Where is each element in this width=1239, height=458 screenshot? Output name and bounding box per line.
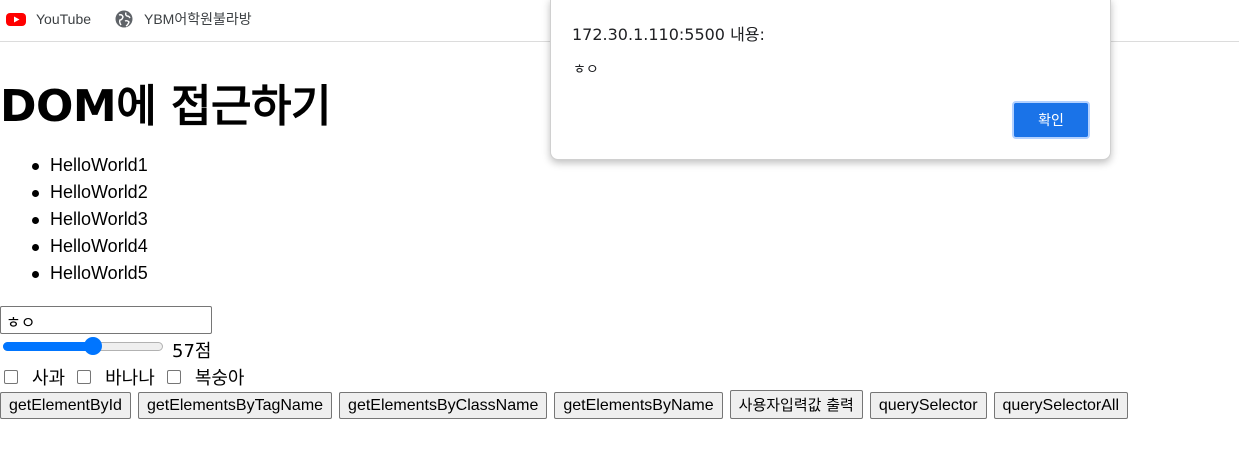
slider-thumb[interactable] <box>83 337 102 355</box>
query-selector-button[interactable]: querySelector <box>869 392 987 419</box>
checkbox-label: 사과 <box>32 368 66 389</box>
score-slider[interactable] <box>3 337 163 357</box>
dialog-message: ㅎㅇ <box>573 62 599 78</box>
page-title: DOM에 접근하기 <box>0 81 331 132</box>
dialog-title: 172.30.1.110:5500 내용: <box>572 25 765 44</box>
list-item: HelloWorld4 <box>32 233 148 260</box>
get-elements-by-class-name-button[interactable]: getElementsByClassName <box>339 392 548 419</box>
list-item: HelloWorld3 <box>32 206 148 233</box>
bookmark-label: YBM어학원불라방 <box>144 11 252 27</box>
checkbox-apple[interactable] <box>4 370 18 384</box>
checkbox-label: 복숭아 <box>194 368 245 389</box>
query-selector-all-button[interactable]: querySelectorAll <box>993 392 1129 419</box>
bookmark-label: YouTube <box>36 11 92 27</box>
checkbox-label: 바나나 <box>105 368 155 389</box>
youtube-icon <box>6 9 26 29</box>
get-elements-by-name-button[interactable]: getElementsByName <box>554 392 723 419</box>
ok-button[interactable]: 확인 <box>1012 101 1090 139</box>
get-element-by-id-button[interactable]: getElementById <box>0 392 131 419</box>
button-row: getElementById getElementsByTagName getE… <box>0 390 1135 419</box>
bookmark-youtube[interactable]: YouTube <box>6 9 91 29</box>
text-input[interactable]: ㅎㅇ <box>0 306 212 334</box>
hello-list: HelloWorld1 HelloWorld2 HelloWorld3 Hell… <box>0 152 148 287</box>
list-item: HelloWorld1 <box>32 152 148 179</box>
checkbox-banana[interactable] <box>77 370 92 384</box>
print-user-input-button[interactable]: 사용자입력값 출력 <box>729 390 863 419</box>
list-item: HelloWorld5 <box>32 260 148 287</box>
list-item: HelloWorld2 <box>32 179 148 206</box>
globe-icon <box>114 9 134 29</box>
fruit-checkboxes: 사과 바나나 복숭아 <box>4 364 257 390</box>
bookmark-ybm[interactable]: YBM어학원불라방 <box>114 9 252 29</box>
slider-fill <box>3 342 93 351</box>
get-elements-by-tag-name-button[interactable]: getElementsByTagName <box>137 392 333 419</box>
score-label: 57점 <box>172 341 212 362</box>
alert-dialog: 172.30.1.110:5500 내용: ㅎㅇ 확인 <box>550 0 1111 160</box>
checkbox-peach[interactable] <box>166 370 181 384</box>
